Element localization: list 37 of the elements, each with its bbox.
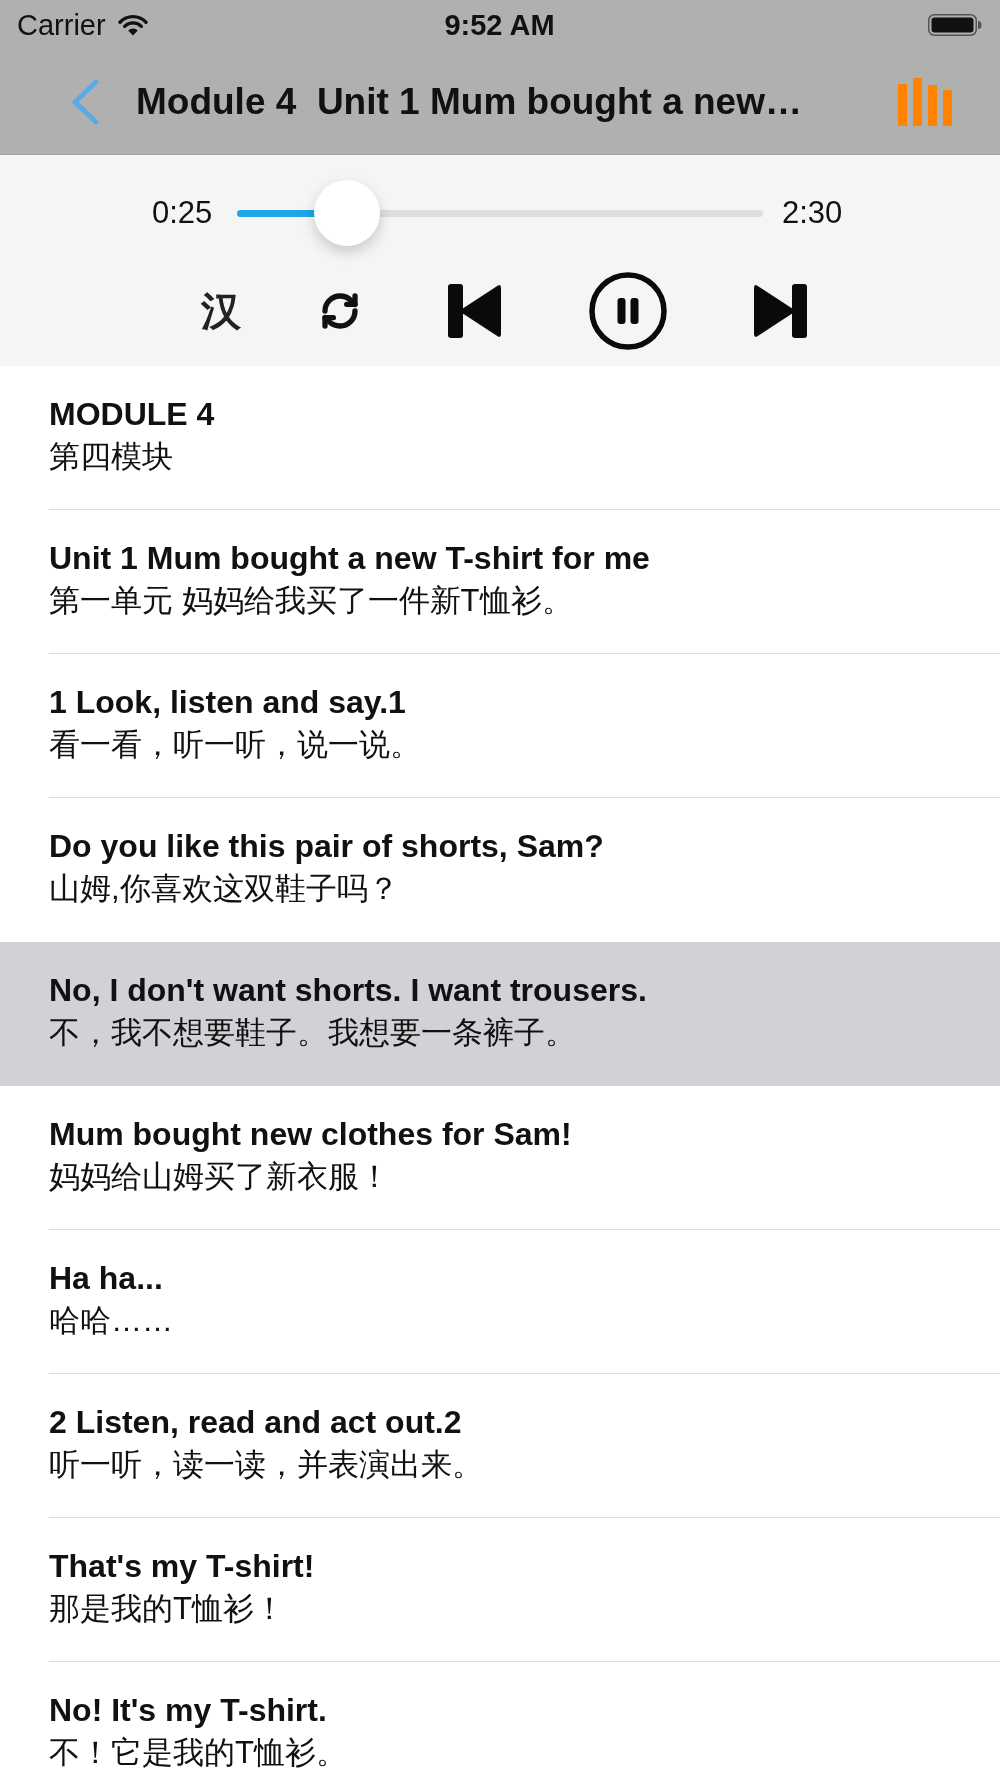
english-sentence: Unit 1 Mum bought a new T-shirt for me <box>49 539 650 578</box>
slider-thumb[interactable] <box>314 180 381 246</box>
english-sentence: No! It's my T-shirt. <box>49 1691 327 1730</box>
english-sentence: That's my T-shirt! <box>49 1547 315 1586</box>
duration-time: 2:30 <box>782 195 843 231</box>
chinese-translation: 不！它是我的T恤衫。 <box>49 1734 347 1772</box>
wifi-icon <box>117 14 148 36</box>
english-sentence: Do you like this pair of shorts, Sam? <box>49 827 604 866</box>
english-sentence: 1 Look, listen and say.1 <box>49 683 406 722</box>
chinese-translation: 那是我的T恤衫！ <box>49 1590 285 1628</box>
english-sentence: No, I don't want shorts. I want trousers. <box>49 971 647 1010</box>
bars-icon <box>898 78 952 126</box>
carrier-label: Carrier <box>17 8 106 42</box>
english-sentence: MODULE 4 <box>49 395 215 434</box>
chinese-translation: 第四模块 <box>49 438 173 476</box>
chevron-left-icon <box>70 79 100 125</box>
progress-slider[interactable] <box>237 180 763 246</box>
skip-forward-icon <box>753 284 807 338</box>
elapsed-time: 0:25 <box>152 195 214 231</box>
status-time: 9:52 AM <box>444 8 555 42</box>
chinese-translation: 妈妈给山姆买了新衣服！ <box>49 1158 390 1196</box>
skip-back-icon <box>447 284 501 338</box>
english-sentence: Ha ha... <box>49 1259 163 1298</box>
sentence-row[interactable]: No, I don't want shorts. I want trousers. 不，我不想要鞋子。我想要一条裤子。 <box>0 942 1000 1086</box>
chinese-translation: 看一看，听一听，说一说。 <box>49 726 421 764</box>
repeat-icon <box>320 291 360 331</box>
chinese-translation: 不，我不想要鞋子。我想要一条裤子。 <box>49 1014 576 1052</box>
chinese-translation: 第一单元 妈妈给我买了一件新T恤衫。 <box>49 582 573 620</box>
chinese-toggle-button[interactable]: 汉 <box>193 281 249 341</box>
english-sentence: Mum bought new clothes for Sam! <box>49 1115 572 1154</box>
battery-icon <box>928 14 982 36</box>
nav-title: Module 4 Unit 1 Mum bought a new… <box>136 81 802 122</box>
chinese-translation: 哈哈…… <box>49 1302 173 1340</box>
chinese-translation: 听一听，读一读，并表演出来。 <box>49 1446 483 1484</box>
english-sentence: 2 Listen, read and act out.2 <box>49 1403 462 1442</box>
pause-icon <box>589 272 667 350</box>
chinese-translation: 山姆,你喜欢这双鞋子吗？ <box>49 870 399 908</box>
